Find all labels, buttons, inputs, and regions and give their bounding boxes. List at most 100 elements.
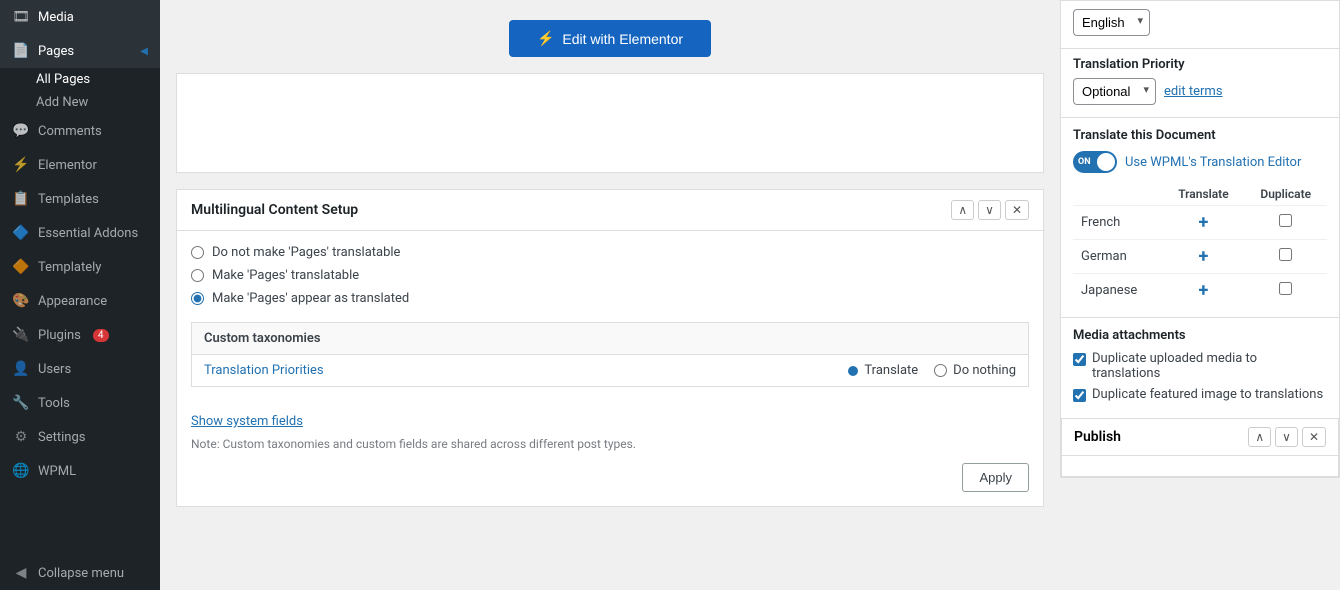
sidebar-item-essential-addons[interactable]: 🔷 Essential Addons: [0, 216, 160, 250]
duplicate-checkbox-japanese[interactable]: [1279, 282, 1292, 295]
language-select-wrap: English: [1073, 9, 1150, 36]
sidebar-item-settings[interactable]: ⚙ Settings: [0, 420, 160, 454]
priority-row: Optional edit terms: [1073, 78, 1327, 105]
mlcs-box: Multilingual Content Setup ∧ ∨ ✕ Do not …: [176, 189, 1044, 507]
publish-close-button[interactable]: ✕: [1302, 427, 1326, 447]
radio-not-translatable-input[interactable]: [191, 246, 204, 259]
custom-tax-title: Custom taxonomies: [204, 331, 321, 346]
elementor-btn-label: Edit with Elementor: [562, 31, 683, 47]
elementor-button-area: ⚡ Edit with Elementor: [176, 12, 1044, 73]
duplicate-cell-german: [1245, 240, 1327, 274]
plus-icon-french[interactable]: +: [1199, 212, 1209, 233]
mlcs-header: Multilingual Content Setup ∧ ∨ ✕: [177, 190, 1043, 231]
radio-translatable-input[interactable]: [191, 269, 204, 282]
duplicate-checkbox-french[interactable]: [1279, 214, 1292, 227]
media-attachments-title: Media attachments: [1073, 328, 1327, 343]
comments-icon: 💬: [12, 122, 30, 140]
sidebar-sub-all-pages[interactable]: All Pages: [0, 68, 160, 91]
sidebar-item-plugins[interactable]: 🔌 Plugins 4: [0, 318, 160, 352]
plus-icon-german[interactable]: +: [1199, 246, 1209, 267]
publish-controls: ∧ ∨ ✕: [1248, 427, 1326, 447]
publish-title: Publish: [1074, 429, 1121, 445]
mlcs-down-button[interactable]: ∨: [978, 200, 1001, 220]
media-attachments-section: Media attachments Duplicate uploaded med…: [1061, 317, 1339, 418]
duplicate-cell-japanese: [1245, 274, 1327, 308]
lang-cell-french: French: [1073, 206, 1162, 240]
apply-button[interactable]: Apply: [962, 463, 1029, 492]
tax-translate-option[interactable]: Translate: [848, 363, 918, 378]
tax-nothing-input[interactable]: [934, 364, 947, 377]
collapse-label: Collapse menu: [38, 566, 124, 581]
language-select[interactable]: English: [1073, 9, 1150, 36]
wpml-icon: 🌐: [12, 462, 30, 480]
sidebar-item-label: Elementor: [38, 158, 97, 173]
sidebar-item-media[interactable]: 🎞 Media: [0, 0, 160, 34]
sidebar: 🎞 Media 📄 Pages ◀ All Pages Add New 💬 Co…: [0, 0, 160, 590]
sidebar-item-label: Media: [38, 10, 74, 25]
priority-select[interactable]: Optional: [1073, 78, 1156, 105]
tax-radio-group: Translate Do nothing: [848, 363, 1016, 378]
sidebar-item-label: Essential Addons: [38, 226, 138, 241]
translation-priority-label: Translation Priority: [1073, 57, 1327, 72]
priority-select-wrap: Optional: [1073, 78, 1156, 105]
sidebar-item-label: Users: [38, 362, 71, 377]
edit-terms-link[interactable]: edit terms: [1164, 84, 1223, 99]
sidebar-item-label: Pages: [38, 44, 74, 59]
mlcs-controls: ∧ ∨ ✕: [951, 200, 1029, 220]
mlcs-close-button[interactable]: ✕: [1005, 200, 1029, 220]
editor-placeholder: [176, 73, 1044, 173]
main-content: ⚡ Edit with Elementor Multilingual Conte…: [160, 0, 1060, 590]
sidebar-item-appearance[interactable]: 🎨 Appearance: [0, 284, 160, 318]
duplicate-media-label: Duplicate uploaded media to translations: [1092, 351, 1327, 381]
tax-row-label: Translation Priorities: [204, 363, 840, 378]
rpanel-section: English Translation Priority Optional ed…: [1060, 0, 1340, 478]
sidebar-item-label: Appearance: [38, 294, 107, 309]
translate-col-header: Translate: [1162, 183, 1244, 206]
show-system-fields-link[interactable]: Show system fields: [191, 414, 1029, 429]
sidebar-item-users[interactable]: 👤 Users: [0, 352, 160, 386]
custom-taxonomies-box: Custom taxonomies Translation Priorities…: [191, 322, 1029, 387]
plus-icon-japanese[interactable]: +: [1199, 280, 1209, 301]
duplicate-media-checkbox[interactable]: [1073, 353, 1086, 366]
mlcs-note: Note: Custom taxonomies and custom field…: [191, 437, 1029, 451]
wpml-toggle[interactable]: ON: [1073, 151, 1117, 173]
radio-group: Do not make 'Pages' translatable Make 'P…: [191, 245, 1029, 306]
sidebar-collapse-menu[interactable]: ◀ Collapse menu: [0, 556, 160, 590]
radio-appear-translated[interactable]: Make 'Pages' appear as translated: [191, 291, 1029, 306]
mlcs-up-button[interactable]: ∧: [951, 200, 974, 220]
mlcs-title: Multilingual Content Setup: [191, 202, 358, 218]
table-row: German +: [1073, 240, 1327, 274]
table-row: Japanese +: [1073, 274, 1327, 308]
duplicate-checkbox-german[interactable]: [1279, 248, 1292, 261]
sidebar-item-wpml[interactable]: 🌐 WPML: [0, 454, 160, 488]
publish-up-button[interactable]: ∧: [1248, 427, 1271, 447]
radio-appear-translated-input[interactable]: [191, 292, 204, 305]
sidebar-item-tools[interactable]: 🔧 Tools: [0, 386, 160, 420]
users-icon: 👤: [12, 360, 30, 378]
pages-arrow-icon: ◀: [140, 46, 148, 57]
duplicate-featured-option[interactable]: Duplicate featured image to translations: [1073, 387, 1327, 402]
sidebar-sub-add-new[interactable]: Add New: [0, 91, 160, 114]
translate-cell-french: +: [1162, 206, 1244, 240]
lang-cell-japanese: Japanese: [1073, 274, 1162, 308]
tax-nothing-label: Do nothing: [953, 363, 1016, 378]
radio-not-translatable[interactable]: Do not make 'Pages' translatable: [191, 245, 1029, 260]
radio-appear-translated-label: Make 'Pages' appear as translated: [212, 291, 409, 306]
radio-translatable[interactable]: Make 'Pages' translatable: [191, 268, 1029, 283]
publish-down-button[interactable]: ∨: [1275, 427, 1298, 447]
tax-nothing-option[interactable]: Do nothing: [934, 363, 1016, 378]
mlcs-body: Do not make 'Pages' translatable Make 'P…: [177, 231, 1043, 506]
templately-icon: 🔶: [12, 258, 30, 276]
sidebar-item-comments[interactable]: 💬 Comments: [0, 114, 160, 148]
duplicate-media-option[interactable]: Duplicate uploaded media to translations: [1073, 351, 1327, 381]
sidebar-item-templates[interactable]: 📋 Templates: [0, 182, 160, 216]
sidebar-item-pages[interactable]: 📄 Pages ◀: [0, 34, 160, 68]
duplicate-featured-checkbox[interactable]: [1073, 389, 1086, 402]
sidebar-item-templately[interactable]: 🔶 Templately: [0, 250, 160, 284]
language-table: Translate Duplicate French + German +: [1073, 183, 1327, 307]
toggle-text: Use WPML's Translation Editor: [1125, 155, 1301, 170]
edit-with-elementor-button[interactable]: ⚡ Edit with Elementor: [509, 20, 711, 57]
sidebar-item-elementor[interactable]: ⚡ Elementor: [0, 148, 160, 182]
duplicate-col-header: Duplicate: [1245, 183, 1327, 206]
radio-translatable-label: Make 'Pages' translatable: [212, 268, 359, 283]
